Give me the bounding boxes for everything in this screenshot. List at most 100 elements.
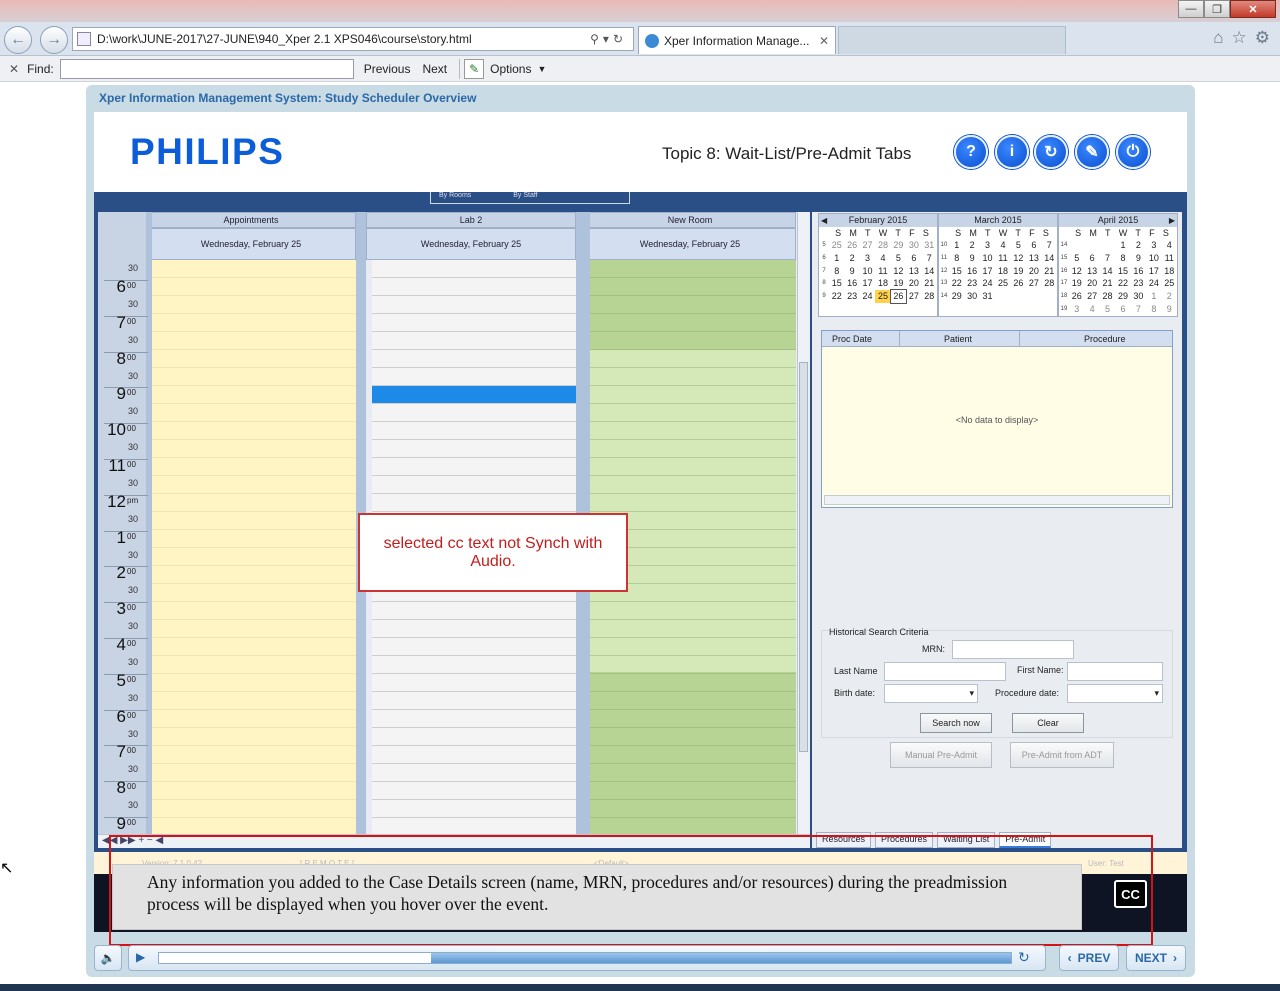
appointments-slots[interactable] (152, 260, 356, 834)
calendar-day[interactable]: 25 (829, 239, 844, 252)
calendar-day[interactable]: 8 (1115, 252, 1130, 265)
calendar-day[interactable]: 30 (906, 239, 921, 252)
info-button[interactable]: i (995, 135, 1029, 169)
mrn-input[interactable] (952, 640, 1074, 659)
calendar-day[interactable]: 17 (1146, 265, 1161, 278)
grid-col-proc-date[interactable]: Proc Date (822, 331, 900, 346)
calendar-day[interactable]: 19 (1069, 277, 1084, 290)
calendar-day[interactable]: 22 (829, 290, 844, 303)
calendar-day[interactable]: 14 (922, 265, 937, 278)
calendar-day[interactable]: 19 (1011, 265, 1026, 278)
calendar-day[interactable]: 29 (891, 239, 906, 252)
birth-date-select[interactable]: ▾ (884, 684, 978, 703)
calendar-day[interactable]: 13 (1026, 252, 1041, 265)
calendar-day[interactable]: 16 (1131, 265, 1146, 278)
calendar-day[interactable]: 28 (1042, 277, 1057, 290)
calendar-day[interactable]: 27 (1026, 277, 1041, 290)
find-close-icon[interactable]: ✕ (9, 62, 19, 76)
calendar-day[interactable]: 26 (844, 239, 859, 252)
calendar-day[interactable]: 11 (1162, 252, 1177, 265)
help-button[interactable]: ? (954, 135, 988, 169)
calendar-day[interactable]: 21 (1100, 277, 1115, 290)
calendar-day[interactable]: 21 (922, 277, 937, 290)
calendar-day[interactable]: 26 (1011, 277, 1026, 290)
calendar-day[interactable]: 10 (980, 252, 995, 265)
home-icon[interactable]: ⌂ (1213, 28, 1223, 48)
column-header-lab2[interactable]: Lab 2 (366, 212, 576, 228)
calendar-day[interactable]: 8 (829, 265, 844, 278)
calendar-day[interactable]: 30 (964, 290, 979, 303)
calendar-day[interactable]: 16 (844, 277, 859, 290)
calendar-day[interactable]: 18 (995, 265, 1010, 278)
calendar-day[interactable]: 25 (995, 277, 1010, 290)
calendar-day[interactable]: 26 (889, 289, 908, 304)
highlight-pen-icon[interactable]: ✎ (464, 58, 485, 79)
favorites-star-icon[interactable]: ☆ (1232, 28, 1247, 48)
search-now-button[interactable]: Search now (920, 713, 992, 733)
calendar-day[interactable]: 3 (1146, 239, 1161, 252)
calendar-day[interactable]: 22 (1115, 277, 1130, 290)
calendar-day[interactable]: 14 (1042, 252, 1057, 265)
calendar-day[interactable]: 6 (1084, 252, 1099, 265)
calendar-day[interactable]: 23 (964, 277, 979, 290)
calendar-day[interactable]: 5 (1011, 239, 1026, 252)
closed-caption-button[interactable]: CC (1114, 880, 1147, 908)
find-options-button[interactable]: ✎ Options ▼ (459, 58, 546, 79)
calendar-day[interactable]: 19 (891, 277, 906, 290)
calendar-day[interactable]: 28 (1100, 290, 1115, 303)
calendar-day[interactable]: 10 (860, 265, 875, 278)
resources-button[interactable]: ✎ (1075, 135, 1109, 169)
calendar-day[interactable]: 20 (906, 277, 921, 290)
calendar-day[interactable]: 1 (829, 252, 844, 265)
calendar-day[interactable]: 1 (1146, 290, 1161, 303)
calendar-day[interactable]: 7 (922, 252, 937, 265)
calendar-day[interactable]: 1 (1115, 239, 1130, 252)
next-button[interactable]: NEXT › (1126, 945, 1186, 971)
calendar-day[interactable]: 5 (1100, 303, 1115, 316)
grid-col-patient[interactable]: Patient (900, 331, 1020, 346)
calendar-day[interactable]: 4 (875, 252, 890, 265)
calendar-day[interactable]: 27 (860, 239, 875, 252)
calendar-day[interactable]: 25 (875, 290, 891, 303)
calendar-day[interactable]: 5 (1069, 252, 1084, 265)
calendar-day[interactable]: 17 (860, 277, 875, 290)
calendar-day[interactable]: 28 (875, 239, 890, 252)
calendar-day[interactable]: 26 (1069, 290, 1084, 303)
calendar-day[interactable]: 17 (980, 265, 995, 278)
calendar-day[interactable]: 28 (922, 290, 937, 303)
calendar-day[interactable]: 31 (980, 290, 995, 303)
calendar-next-icon[interactable]: ▶ (1169, 214, 1175, 227)
maximize-icon[interactable]: ❐ (1204, 0, 1230, 18)
calendar-day[interactable]: 12 (1069, 265, 1084, 278)
browser-tab-blurred[interactable] (838, 26, 1066, 54)
replay-icon[interactable]: ↻ (1018, 949, 1030, 966)
calendar-day[interactable]: 9 (1162, 303, 1177, 316)
calendar-day[interactable]: 7 (1042, 239, 1057, 252)
calendar-day[interactable]: 12 (1011, 252, 1026, 265)
calendar-day[interactable]: 8 (949, 252, 964, 265)
calendar-day[interactable]: 9 (1131, 252, 1146, 265)
prev-button[interactable]: ‹ PREV (1059, 945, 1119, 971)
selected-time-slot[interactable] (372, 386, 576, 403)
calendar-day[interactable]: 18 (1162, 265, 1177, 278)
vertical-scrollbar[interactable] (797, 212, 809, 834)
calendar-day[interactable]: 3 (980, 239, 995, 252)
calendar-day[interactable]: 24 (980, 277, 995, 290)
calendar-day[interactable]: 13 (906, 265, 921, 278)
tab-close-icon[interactable]: ✕ (819, 34, 829, 48)
calendar-day[interactable]: 16 (964, 265, 979, 278)
calendar-day[interactable]: 6 (1115, 303, 1130, 316)
address-bar[interactable]: D:\work\JUNE-2017\27-JUNE\940_Xper 2.1 X… (72, 27, 634, 51)
minimize-icon[interactable]: — (1178, 0, 1204, 18)
preadmit-from-adt-button[interactable]: Pre-Admit from ADT (1010, 742, 1114, 768)
browser-tab-active[interactable]: Xper Information Manage... ✕ (638, 26, 836, 54)
calendar-day[interactable]: 2 (1162, 290, 1177, 303)
calendar-day[interactable]: 3 (860, 252, 875, 265)
calendar-day[interactable]: 9 (844, 265, 859, 278)
calendar-prev-icon[interactable]: ◀ (821, 214, 827, 227)
calendar-day[interactable]: 15 (829, 277, 844, 290)
calendar-day[interactable]: 11 (995, 252, 1010, 265)
calendar-day[interactable]: 2 (964, 239, 979, 252)
calendar-day[interactable]: 31 (922, 239, 937, 252)
calendar-day[interactable]: 23 (844, 290, 859, 303)
